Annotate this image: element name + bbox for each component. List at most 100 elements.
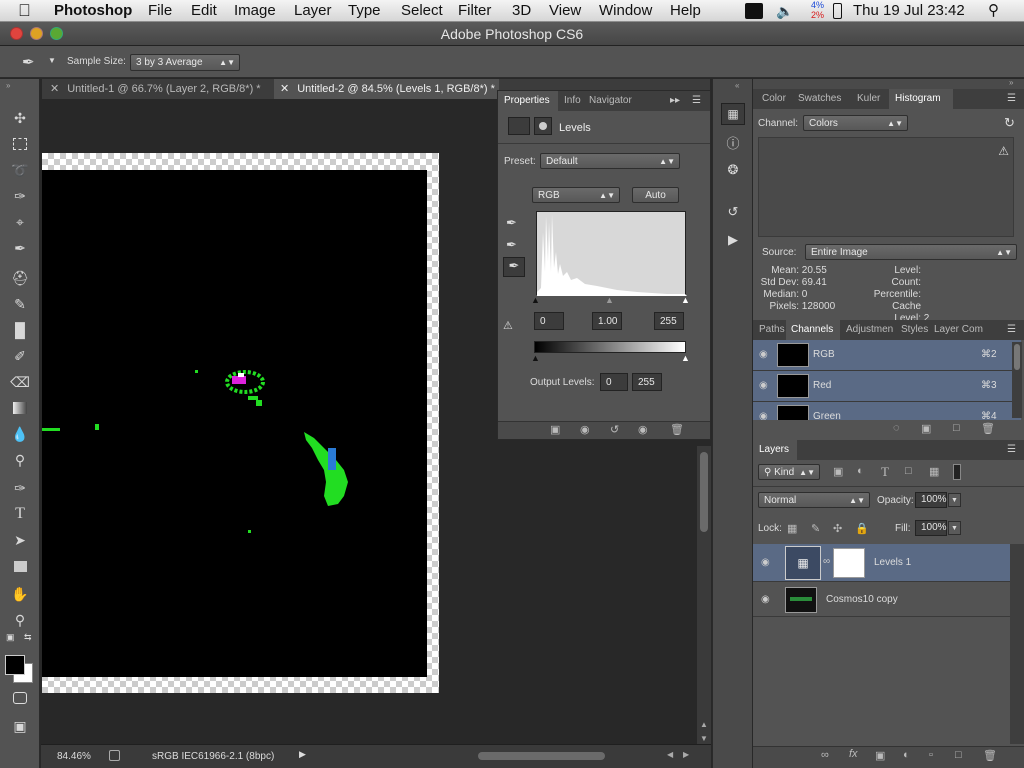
- pen-tool-icon[interactable]: ✑: [8, 477, 32, 499]
- volume-icon[interactable]: 🔈: [776, 2, 793, 20]
- scroll-up-icon[interactable]: ▲: [700, 720, 708, 729]
- history-brush-tool-icon[interactable]: ✐: [8, 345, 32, 367]
- status-menu-icon[interactable]: [109, 750, 120, 761]
- menu-window[interactable]: Window: [599, 2, 652, 20]
- quick-selection-tool-icon[interactable]: ✑: [8, 185, 32, 207]
- source-select[interactable]: Entire Image ▲▼: [805, 244, 1017, 260]
- navigator-dock-icon[interactable]: ❂: [721, 159, 745, 181]
- visibility-eye-icon[interactable]: ◉: [761, 594, 770, 605]
- move-tool-icon[interactable]: ✣: [8, 107, 32, 129]
- panel-menu-icon[interactable]: ☰: [692, 91, 701, 111]
- new-group-icon[interactable]: ▫: [929, 749, 933, 761]
- menu-help[interactable]: Help: [670, 2, 701, 20]
- visibility-eye-icon[interactable]: ◉: [759, 411, 768, 420]
- clip-to-layer-icon[interactable]: ▣: [550, 423, 560, 436]
- new-layer-icon[interactable]: □: [955, 749, 962, 761]
- tool-preset-chevron-icon[interactable]: ▼: [48, 56, 56, 65]
- menu-layer[interactable]: Layer: [294, 2, 332, 20]
- filter-adjustment-icon[interactable]: ◐: [857, 465, 864, 477]
- input-black-field[interactable]: 0: [534, 312, 564, 330]
- battery-icon[interactable]: [833, 3, 842, 19]
- lock-all-icon[interactable]: 🔒: [855, 522, 869, 535]
- menu-filter[interactable]: Filter: [458, 2, 491, 20]
- lasso-tool-icon[interactable]: ➰: [8, 159, 32, 181]
- channel-row-red[interactable]: ◉ Red ⌘3: [753, 371, 1021, 402]
- menu-image[interactable]: Image: [234, 2, 276, 20]
- scrollbar-thumb[interactable]: [1014, 344, 1020, 370]
- input-source-icon[interactable]: [745, 3, 763, 19]
- black-output-slider[interactable]: ▲: [531, 353, 540, 363]
- horizontal-scrollbar-thumb[interactable]: [478, 752, 605, 760]
- new-channel-icon[interactable]: □: [953, 422, 960, 434]
- menu-edit[interactable]: Edit: [191, 2, 217, 20]
- tab-layer-comps[interactable]: Layer Com: [934, 320, 983, 340]
- channel-row-rgb[interactable]: ◉ RGB ⌘2: [753, 340, 1021, 371]
- histogram-channel-select[interactable]: Colors ▲▼: [803, 115, 908, 131]
- link-layers-icon[interactable]: ∞: [821, 749, 829, 761]
- gray-point-eyedropper-icon[interactable]: ✒: [506, 237, 517, 253]
- levels-histogram[interactable]: [536, 211, 687, 296]
- scroll-left-icon[interactable]: ◀: [667, 750, 673, 759]
- toggle-visibility-icon[interactable]: ◉: [638, 423, 648, 436]
- white-point-eyedropper-icon[interactable]: ✒: [503, 257, 525, 277]
- fill-dropdown-icon[interactable]: ▼: [948, 521, 961, 535]
- zoom-level[interactable]: 84.46%: [57, 751, 91, 762]
- menu-type[interactable]: Type: [348, 2, 381, 20]
- tab-paths[interactable]: Paths: [759, 320, 785, 340]
- filter-kind-select[interactable]: ⚲ Kind ▲▼: [758, 464, 820, 480]
- layer-mask-thumbnail[interactable]: [833, 548, 865, 578]
- rectangle-tool-icon[interactable]: [8, 555, 32, 577]
- menu-view[interactable]: View: [549, 2, 581, 20]
- layer-name[interactable]: Levels 1: [874, 557, 911, 568]
- add-mask-icon[interactable]: ▣: [875, 749, 885, 762]
- input-white-field[interactable]: 255: [654, 312, 684, 330]
- filter-smart-object-icon[interactable]: ▦: [929, 465, 939, 478]
- path-selection-tool-icon[interactable]: ➤: [8, 529, 32, 551]
- opacity-field[interactable]: 100%: [915, 492, 947, 508]
- cache-warning-icon[interactable]: ⚠: [998, 144, 1009, 158]
- tab-kuler[interactable]: Kuler: [857, 89, 880, 109]
- quick-mask-icon[interactable]: [8, 687, 32, 709]
- visibility-eye-icon[interactable]: ◉: [761, 557, 770, 568]
- layers-scrollbar[interactable]: [1010, 544, 1024, 744]
- white-output-slider[interactable]: ▲: [681, 353, 690, 363]
- brush-tool-icon[interactable]: ✎: [8, 293, 32, 315]
- load-selection-icon[interactable]: ◌: [893, 422, 900, 434]
- collapse-toolbar-icon[interactable]: »: [6, 81, 10, 90]
- clipping-warning-icon[interactable]: ⚠: [503, 319, 513, 332]
- delete-icon[interactable]: 🗑: [670, 423, 684, 436]
- swap-colors-icon[interactable]: ⇆: [24, 632, 32, 643]
- clock[interactable]: Thu 19 Jul 23:42: [853, 2, 965, 20]
- tab-untitled-2[interactable]: ✕ Untitled-2 @ 84.5% (Levels 1, RGB/8*) *: [274, 79, 499, 99]
- opacity-dropdown-icon[interactable]: ▼: [948, 493, 961, 507]
- layer-style-icon[interactable]: fx: [849, 748, 858, 760]
- tab-untitled-1[interactable]: ✕ Untitled-1 @ 66.7% (Layer 2, RGB/8*) *: [42, 79, 274, 99]
- close-tab-icon[interactable]: ✕: [50, 83, 59, 95]
- canvas-vertical-scrollbar[interactable]: ▲ ▼: [697, 446, 711, 744]
- tab-navigator[interactable]: Navigator: [589, 91, 632, 111]
- default-colors-icon[interactable]: ▣: [6, 632, 15, 643]
- screen-mode-icon[interactable]: ▣: [8, 715, 32, 737]
- marquee-tool-icon[interactable]: [8, 133, 32, 155]
- hand-tool-icon[interactable]: ✋: [8, 583, 32, 605]
- refresh-icon[interactable]: ↻: [1004, 115, 1015, 131]
- channel-select[interactable]: RGB ▲▼: [532, 187, 620, 203]
- lock-transparent-icon[interactable]: ▦: [787, 522, 797, 535]
- delete-layer-icon[interactable]: 🗑: [983, 749, 997, 762]
- layer-row-cosmos10-copy[interactable]: ◉ Cosmos10 copy: [753, 583, 1010, 617]
- properties-dock-icon[interactable]: ▦: [721, 103, 745, 125]
- eyedropper-tool-icon[interactable]: ✒: [8, 237, 32, 259]
- visibility-eye-icon[interactable]: ◉: [759, 380, 768, 391]
- tab-adjustments[interactable]: Adjustmen: [846, 320, 893, 340]
- white-input-slider[interactable]: ▲: [681, 295, 690, 305]
- scrollbar-thumb[interactable]: [700, 452, 708, 532]
- tab-layers[interactable]: Layers: [753, 440, 797, 460]
- output-black-field[interactable]: 0: [600, 373, 628, 391]
- blur-tool-icon[interactable]: 💧: [8, 423, 32, 445]
- filter-type-icon[interactable]: T: [881, 464, 889, 480]
- tab-swatches[interactable]: Swatches: [798, 89, 841, 109]
- black-point-eyedropper-icon[interactable]: ✒: [506, 215, 517, 231]
- menu-app-name[interactable]: Photoshop: [54, 2, 132, 20]
- spotlight-icon[interactable]: ⚲: [988, 2, 999, 20]
- foreground-color-swatch[interactable]: [5, 655, 25, 675]
